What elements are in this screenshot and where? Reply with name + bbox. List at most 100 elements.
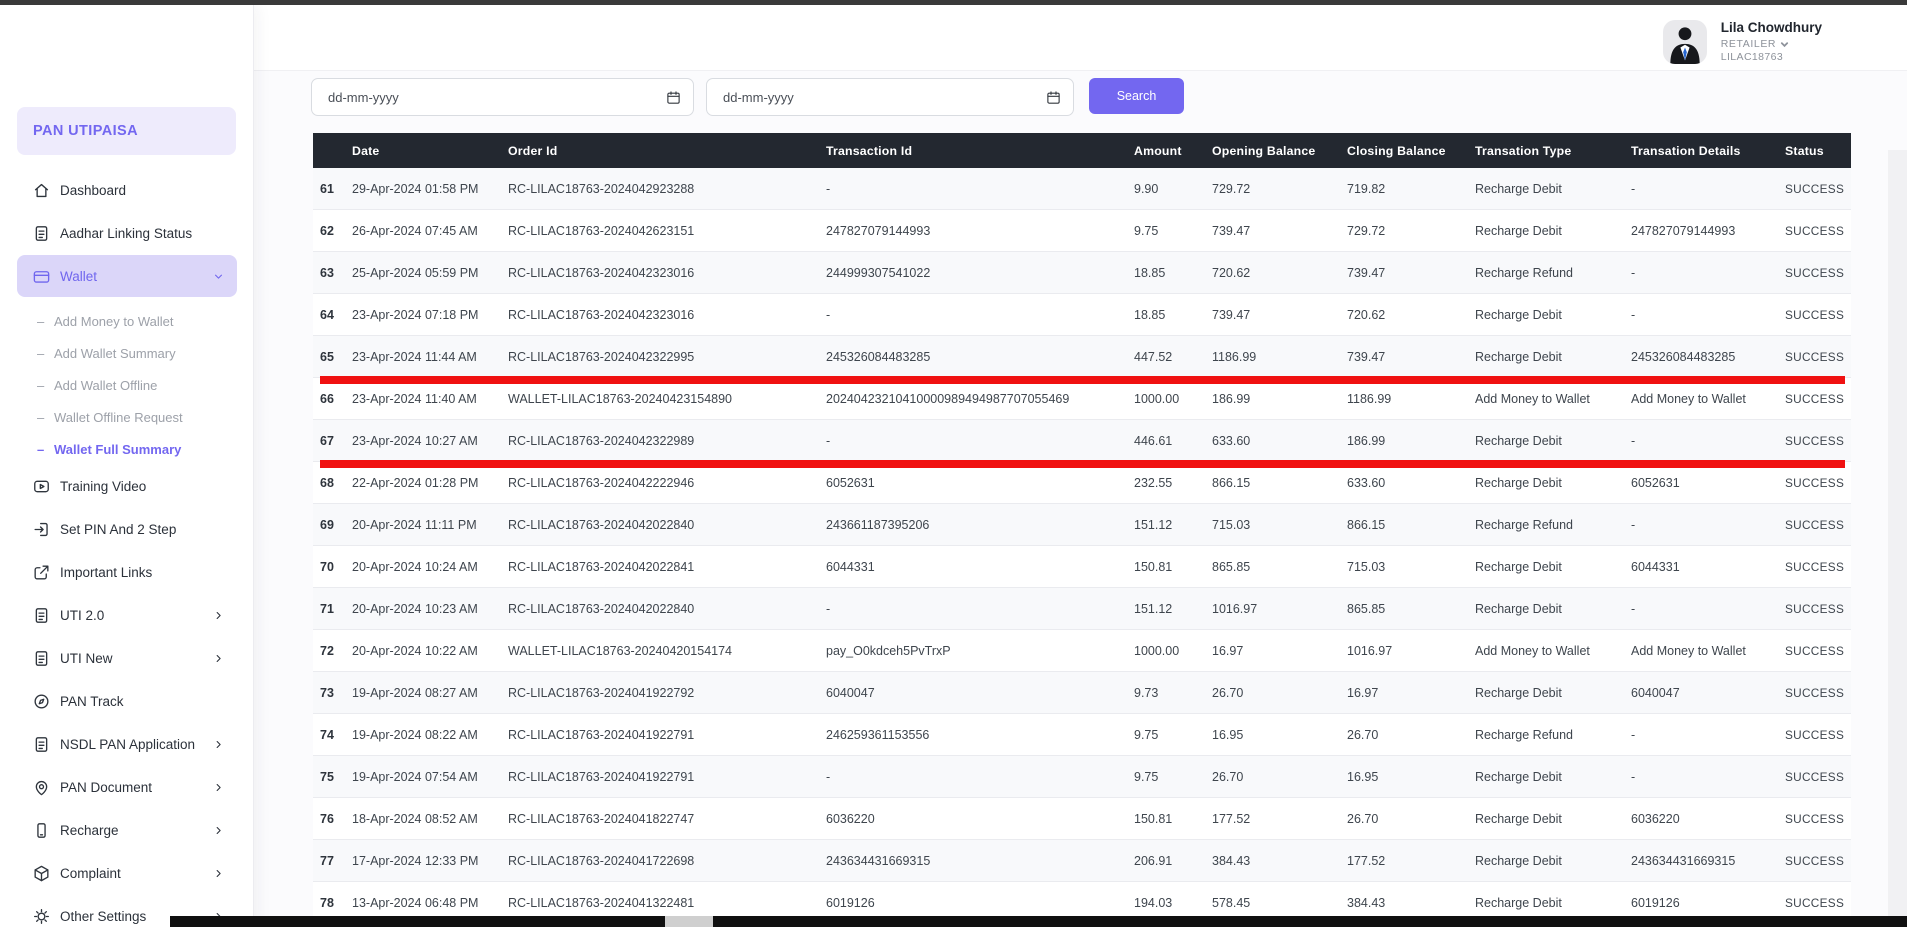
table-row: 7717-Apr-2024 12:33 PMRC-LILAC18763-2024… bbox=[313, 840, 1851, 882]
cell-details: 6044331 bbox=[1631, 560, 1785, 574]
cell-status: SUCCESS bbox=[1785, 308, 1851, 322]
sidebar: PAN UTIPAISA Dashboard Aadhar Linking Sta… bbox=[0, 5, 254, 927]
sidebar-item-wallet[interactable]: Wallet bbox=[17, 255, 237, 297]
sidebar-item-label: Recharge bbox=[60, 823, 119, 838]
cell-amount: 9.75 bbox=[1134, 770, 1212, 784]
sidebar-item-set-pin-and-2-step[interactable]: Set PIN And 2 Step bbox=[17, 511, 237, 547]
sidebar-item-nsdl-pan-application[interactable]: NSDL PAN Application bbox=[17, 726, 237, 762]
cell-order_id: RC-LILAC18763-2024041922791 bbox=[508, 728, 826, 742]
sidebar-subitem-wallet-full-summary[interactable]: –Wallet Full Summary bbox=[17, 433, 237, 465]
table-header-status: Status bbox=[1785, 144, 1851, 158]
cell-opening: 26.70 bbox=[1212, 686, 1347, 700]
pin-icon bbox=[32, 778, 51, 797]
cell-order_id: RC-LILAC18763-2024042322989 bbox=[508, 434, 826, 448]
cell-n: 72 bbox=[313, 644, 352, 658]
cell-closing: 729.72 bbox=[1347, 224, 1475, 238]
user-menu[interactable]: Lila Chowdhury RETAILER LILAC18763 bbox=[1663, 20, 1822, 64]
sidebar-item-pan-document[interactable]: PAN Document bbox=[17, 769, 237, 805]
cell-txn_id: 6040047 bbox=[826, 686, 1134, 700]
cell-opening: 578.45 bbox=[1212, 896, 1347, 910]
chevron-right-icon bbox=[212, 609, 225, 622]
to-date-input[interactable] bbox=[721, 89, 1046, 106]
sidebar-subitem-add-wallet-offline[interactable]: –Add Wallet Offline bbox=[17, 369, 237, 401]
table-header-row: DateOrder IdTransaction IdAmountOpening … bbox=[313, 133, 1851, 168]
cell-txn_id: 6044331 bbox=[826, 560, 1134, 574]
cell-status: SUCCESS bbox=[1785, 350, 1851, 364]
cell-order_id: WALLET-LILAC18763-20240420154174 bbox=[508, 644, 826, 658]
cell-closing: 739.47 bbox=[1347, 350, 1475, 364]
cell-opening: 715.03 bbox=[1212, 518, 1347, 532]
calendar-icon[interactable] bbox=[1046, 90, 1061, 105]
cell-amount: 447.52 bbox=[1134, 350, 1212, 364]
sidebar-subitem-add-wallet-summary[interactable]: –Add Wallet Summary bbox=[17, 337, 237, 369]
cell-order_id: RC-LILAC18763-2024041822747 bbox=[508, 812, 826, 826]
cell-details: 6019126 bbox=[1631, 896, 1785, 910]
sidebar-subitem-wallet-offline-request[interactable]: –Wallet Offline Request bbox=[17, 401, 237, 433]
sidebar-item-label: Other Settings bbox=[60, 909, 146, 924]
table-row: 6723-Apr-2024 10:27 AMRC-LILAC18763-2024… bbox=[313, 420, 1851, 462]
table-header-transation-type: Transation Type bbox=[1475, 144, 1631, 158]
cell-details: - bbox=[1631, 308, 1785, 322]
cell-opening: 26.70 bbox=[1212, 770, 1347, 784]
cell-date: 20-Apr-2024 11:11 PM bbox=[352, 518, 508, 532]
cell-txn_id: - bbox=[826, 602, 1134, 616]
cell-txn_id: 243634431669315 bbox=[826, 854, 1134, 868]
chevron-right-icon bbox=[212, 781, 225, 794]
sidebar-item-dashboard[interactable]: Dashboard bbox=[17, 172, 237, 208]
cell-date: 23-Apr-2024 11:40 AM bbox=[352, 392, 508, 406]
cell-txn_id: 246259361153556 bbox=[826, 728, 1134, 742]
cell-opening: 739.47 bbox=[1212, 224, 1347, 238]
sidebar-item-pan-track[interactable]: PAN Track bbox=[17, 683, 237, 719]
cell-n: 73 bbox=[313, 686, 352, 700]
cell-n: 76 bbox=[313, 812, 352, 826]
table-row: 6623-Apr-2024 11:40 AMWALLET-LILAC18763-… bbox=[313, 378, 1851, 420]
brand-label: PAN UTIPAISA bbox=[33, 123, 138, 139]
cell-n: 74 bbox=[313, 728, 352, 742]
cell-txn_id: 6052631 bbox=[826, 476, 1134, 490]
cell-txn_id: - bbox=[826, 770, 1134, 784]
cell-status: SUCCESS bbox=[1785, 182, 1851, 196]
sidebar-subitem-add-money-to-wallet[interactable]: –Add Money to Wallet bbox=[17, 305, 237, 337]
cell-type: Recharge Debit bbox=[1475, 854, 1631, 868]
search-button[interactable]: Search bbox=[1089, 78, 1184, 114]
cell-txn_id: 6019126 bbox=[826, 896, 1134, 910]
cell-opening: 186.99 bbox=[1212, 392, 1347, 406]
user-name: Lila Chowdhury bbox=[1721, 21, 1822, 35]
sidebar-item-aadhar-linking-status[interactable]: Aadhar Linking Status bbox=[17, 215, 237, 251]
cube-icon bbox=[32, 864, 51, 883]
table-row: 6423-Apr-2024 07:18 PMRC-LILAC18763-2024… bbox=[313, 294, 1851, 336]
sidebar-item-complaint[interactable]: Complaint bbox=[17, 855, 237, 891]
cell-closing: 26.70 bbox=[1347, 812, 1475, 826]
cell-status: SUCCESS bbox=[1785, 392, 1851, 406]
table-row: 7618-Apr-2024 08:52 AMRC-LILAC18763-2024… bbox=[313, 798, 1851, 840]
cell-order_id: WALLET-LILAC18763-20240423154890 bbox=[508, 392, 826, 406]
sidebar-item-label: PAN Document bbox=[60, 780, 152, 795]
cell-date: 17-Apr-2024 12:33 PM bbox=[352, 854, 508, 868]
vertical-scrollbar-track[interactable] bbox=[1888, 150, 1907, 916]
cell-order_id: RC-LILAC18763-2024041722698 bbox=[508, 854, 826, 868]
cell-status: SUCCESS bbox=[1785, 560, 1851, 574]
external-link-icon bbox=[32, 563, 51, 582]
horizontal-scrollbar[interactable] bbox=[713, 916, 1907, 927]
from-date-input[interactable] bbox=[326, 89, 666, 106]
cell-type: Recharge Debit bbox=[1475, 602, 1631, 616]
cell-type: Recharge Debit bbox=[1475, 308, 1631, 322]
cell-date: 19-Apr-2024 08:27 AM bbox=[352, 686, 508, 700]
sidebar-item-uti-2-0[interactable]: UTI 2.0 bbox=[17, 597, 237, 633]
table-row: 7020-Apr-2024 10:24 AMRC-LILAC18763-2024… bbox=[313, 546, 1851, 588]
sidebar-item-recharge[interactable]: Recharge bbox=[17, 812, 237, 848]
cell-closing: 739.47 bbox=[1347, 266, 1475, 280]
sidebar-item-label: PAN Track bbox=[60, 694, 124, 709]
cell-closing: 16.95 bbox=[1347, 770, 1475, 784]
cell-n: 64 bbox=[313, 308, 352, 322]
cell-details: 6052631 bbox=[1631, 476, 1785, 490]
cell-details: - bbox=[1631, 266, 1785, 280]
login-icon bbox=[32, 520, 51, 539]
horizontal-scrollbar[interactable] bbox=[170, 916, 665, 927]
calendar-icon[interactable] bbox=[666, 90, 681, 105]
sidebar-subitem-label: Wallet Full Summary bbox=[54, 442, 181, 457]
sidebar-item-important-links[interactable]: Important Links bbox=[17, 554, 237, 590]
sidebar-item-uti-new[interactable]: UTI New bbox=[17, 640, 237, 676]
sidebar-item-training-video[interactable]: Training Video bbox=[17, 468, 237, 504]
sidebar-item-label: Wallet bbox=[60, 269, 97, 284]
